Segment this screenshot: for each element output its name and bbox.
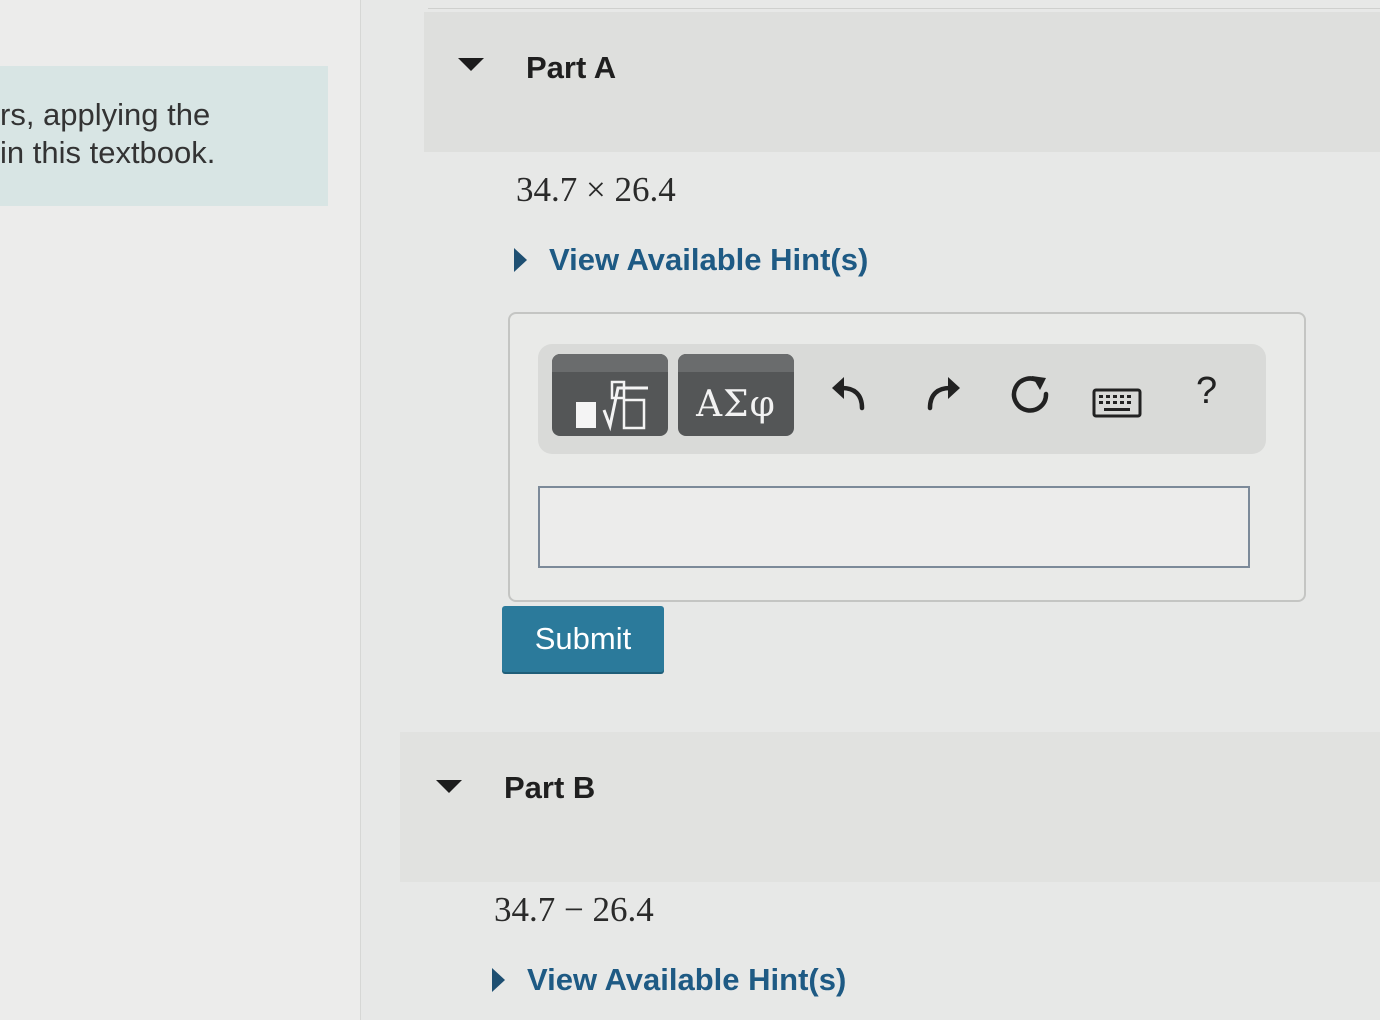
answer-input[interactable] — [538, 486, 1250, 568]
collapse-caret-icon[interactable] — [436, 780, 462, 793]
left-column: rs, applying the in this textbook. — [0, 0, 361, 1020]
part-b-title: Part B — [504, 770, 596, 805]
part-b-hint-link[interactable]: View Available Hint(s) — [492, 962, 846, 998]
hint-label: View Available Hint(s) — [549, 242, 869, 277]
part-b-expression: 34.7 − 26.4 — [494, 890, 654, 929]
undo-icon[interactable] — [828, 372, 872, 416]
part-a-expression: 34.7 × 26.4 — [516, 170, 676, 209]
reset-icon[interactable] — [1008, 372, 1054, 418]
templates-button[interactable] — [552, 354, 668, 436]
symbols-label: ΑΣφ — [696, 384, 776, 425]
part-a-header[interactable]: Part A — [424, 12, 1380, 152]
expand-caret-icon — [492, 968, 505, 992]
templates-icon — [576, 380, 648, 432]
help-icon[interactable]: ? — [1196, 370, 1217, 413]
intro-box: rs, applying the in this textbook. — [0, 66, 328, 206]
submit-button[interactable]: Submit — [502, 606, 664, 672]
answer-panel: ΑΣφ ? — [508, 312, 1306, 602]
collapse-caret-icon[interactable] — [458, 58, 484, 71]
part-b-header[interactable]: Part B — [400, 732, 1380, 882]
symbols-button[interactable]: ΑΣφ — [678, 354, 794, 436]
intro-text: rs, applying the in this textbook. — [0, 97, 216, 170]
keyboard-icon[interactable] — [1092, 386, 1142, 420]
expand-caret-icon — [514, 248, 527, 272]
hint-label: View Available Hint(s) — [527, 962, 847, 997]
part-a-hint-link[interactable]: View Available Hint(s) — [514, 242, 868, 278]
redo-icon[interactable] — [920, 372, 964, 416]
part-a-title: Part A — [526, 50, 617, 85]
divider — [428, 8, 1380, 9]
math-toolbar: ΑΣφ ? — [538, 344, 1266, 454]
